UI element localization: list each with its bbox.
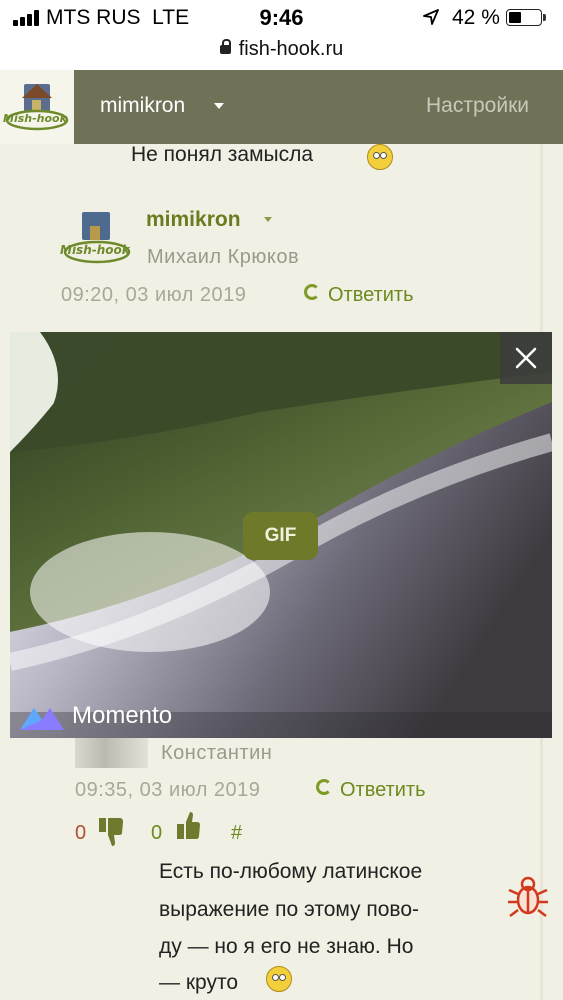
dislike-count: 0 bbox=[75, 822, 87, 844]
author-real-name: Михаил Крюков bbox=[147, 246, 300, 268]
chevron-down-icon[interactable] bbox=[264, 217, 272, 222]
momento-branding: Momento bbox=[18, 702, 172, 737]
author-real-name: Константин bbox=[161, 742, 273, 764]
comment-text-line: выражение по этому пово- bbox=[159, 898, 420, 921]
fishhook-logo-icon: Mish-hook bbox=[60, 212, 131, 264]
comment-text-line: Есть по-любому латинское bbox=[159, 860, 423, 883]
user-menu[interactable]: mimikron bbox=[100, 94, 185, 118]
address-bar[interactable]: fish-hook.ru bbox=[0, 36, 563, 70]
thumbs-down-icon[interactable] bbox=[97, 816, 125, 848]
comment-text-line: — круто bbox=[159, 971, 239, 994]
momento-logo-icon bbox=[20, 708, 64, 730]
gif-badge[interactable]: GIF bbox=[243, 512, 318, 560]
status-bar: MTS RUS LTE 9:46 42 % bbox=[0, 0, 563, 36]
location-arrow-icon bbox=[423, 9, 439, 25]
forum-header: mimikron Настройки bbox=[74, 70, 563, 144]
chevron-down-icon[interactable] bbox=[214, 103, 224, 109]
comment-date[interactable]: 09:35, 03 июл 2019 bbox=[75, 779, 260, 802]
close-button[interactable] bbox=[500, 332, 552, 384]
svg-text:Mish-hook: Mish-hook bbox=[3, 112, 68, 125]
reply-button[interactable]: Ответить bbox=[304, 284, 414, 307]
close-icon bbox=[515, 347, 537, 369]
like-count: 0 bbox=[151, 822, 163, 844]
avatar[interactable]: Mish-hook bbox=[60, 210, 134, 268]
permalink[interactable]: # bbox=[231, 822, 242, 845]
fishhook-logo-icon: Mish-hook bbox=[3, 84, 69, 131]
reply-label: Ответить bbox=[340, 779, 426, 801]
gif-overlay[interactable]: GIF Momento bbox=[10, 332, 552, 738]
author-name[interactable]: mimikron bbox=[146, 208, 241, 232]
url-text: fish-hook.ru bbox=[238, 38, 344, 60]
momento-label: Momento bbox=[72, 702, 173, 729]
reply-button[interactable]: Ответить bbox=[316, 779, 426, 802]
comment-text: Не понял замысла bbox=[131, 143, 314, 166]
reply-label: Ответить bbox=[328, 284, 414, 306]
site-logo[interactable]: Mish-hook bbox=[0, 70, 74, 144]
comment-text-line: ду — но я его не знаю. Но bbox=[159, 935, 414, 958]
thumbs-up-icon[interactable] bbox=[175, 810, 203, 842]
smiley-icon bbox=[266, 966, 292, 992]
smiley-icon bbox=[367, 144, 393, 170]
battery-percent: 42 % bbox=[452, 6, 500, 29]
avatar[interactable] bbox=[75, 738, 148, 768]
bug-icon[interactable] bbox=[506, 872, 550, 920]
comment-date[interactable]: 09:20, 03 июл 2019 bbox=[61, 284, 246, 307]
reply-icon bbox=[316, 779, 332, 795]
settings-link[interactable]: Настройки bbox=[426, 94, 529, 118]
svg-text:Mish-hook: Mish-hook bbox=[60, 243, 131, 257]
battery-icon bbox=[506, 9, 546, 26]
reply-icon bbox=[304, 284, 320, 300]
lock-icon bbox=[219, 39, 231, 54]
